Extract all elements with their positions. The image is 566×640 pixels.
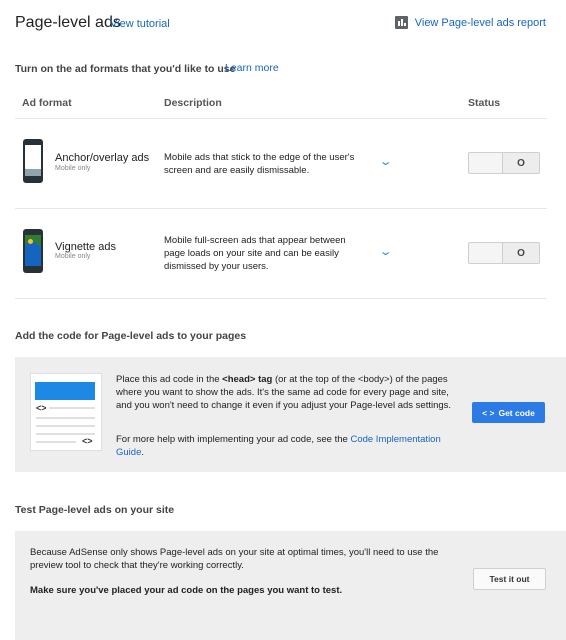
test-heading: Test Page-level ads on your site (15, 504, 175, 516)
code-instructions: Place this ad code in the <head> tag (or… (116, 374, 452, 411)
page-title: Page-level ads (15, 14, 121, 31)
chevron-down-icon[interactable]: ⌄ (379, 155, 393, 168)
code-illustration: <> <> (30, 373, 102, 451)
get-code-label: Get code (498, 407, 535, 418)
bar-chart-icon (394, 16, 408, 29)
format-description: Mobile ads that stick to the edge of the… (164, 152, 355, 176)
code-icon: < > (482, 407, 495, 418)
column-ad-format: Ad format (22, 97, 72, 109)
anchor-ads-toggle[interactable]: O (468, 152, 540, 174)
phone-anchor-icon (23, 139, 43, 183)
learn-more-link[interactable]: Learn more (225, 62, 279, 74)
format-sub: Mobile only (55, 165, 91, 172)
format-description: Mobile full-screen ads that appear betwe… (164, 235, 346, 272)
code-help: For more help with implementing your ad … (116, 434, 441, 458)
code-heading: Add the code for Page-level ads to your … (15, 330, 247, 342)
chevron-down-icon[interactable]: ⌄ (379, 245, 393, 258)
toggle-knob: O (502, 153, 539, 173)
toggle-knob: O (502, 243, 539, 263)
view-tutorial-link[interactable]: View tutorial (110, 18, 170, 30)
column-description: Description (164, 97, 222, 109)
format-row-vignette: Vignette ads Mobile only Mobile full-scr… (0, 209, 566, 298)
view-report-label: View Page-level ads report (414, 16, 546, 29)
column-status: Status (468, 97, 501, 109)
formats-heading: Turn on the ad formats that you'd like t… (15, 63, 236, 75)
phone-vignette-icon (23, 229, 43, 273)
test-it-out-button[interactable]: Test it out (473, 568, 546, 590)
test-instructions: Because AdSense only shows Page-level ad… (30, 547, 439, 571)
get-code-button[interactable]: < > Get code (472, 402, 545, 423)
view-report-link[interactable]: View Page-level ads report (394, 16, 546, 29)
format-row-anchor: Anchor/overlay ads Mobile only Mobile ad… (0, 119, 566, 208)
format-sub: Mobile only (55, 253, 91, 260)
format-name: Anchor/overlay ads (55, 152, 150, 164)
divider (15, 298, 547, 299)
vignette-ads-toggle[interactable]: O (468, 242, 540, 264)
format-name: Vignette ads (55, 241, 116, 253)
test-reminder: Make sure you've placed your ad code on … (30, 585, 343, 596)
